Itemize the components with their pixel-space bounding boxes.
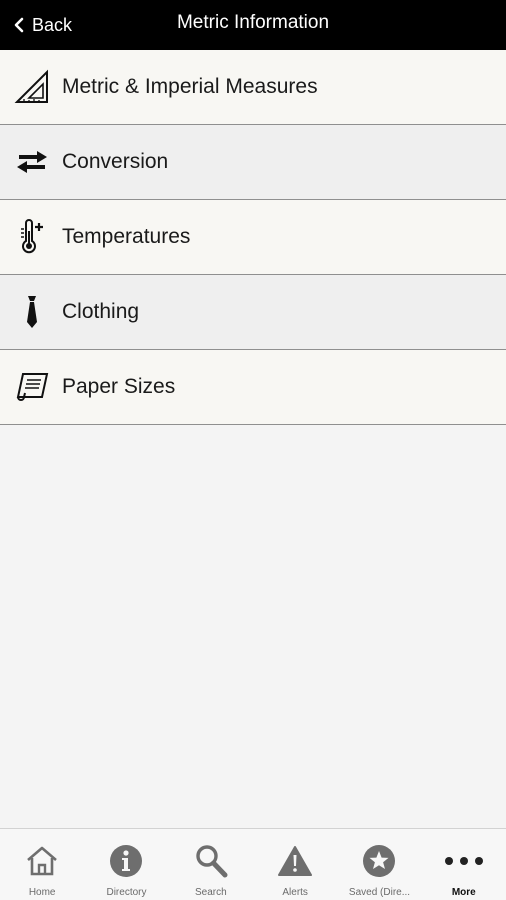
info-icon: [109, 843, 143, 879]
page-title: Metric Information: [176, 12, 330, 33]
necktie-icon: [0, 275, 62, 350]
list-item-label: Temperatures: [62, 225, 191, 248]
tab-label: Directory: [106, 887, 147, 898]
tab-alerts[interactable]: Alerts: [253, 829, 337, 900]
list-item-paper-sizes[interactable]: Paper Sizes: [0, 350, 506, 425]
tab-label: Home: [28, 887, 56, 898]
list-item-metric-imperial[interactable]: Metric & Imperial Measures: [0, 50, 506, 125]
list-item-label: Clothing: [62, 300, 140, 323]
list-item-label: Metric & Imperial Measures: [62, 75, 318, 98]
list-item-label: Paper Sizes: [62, 375, 176, 398]
house-icon: [25, 843, 59, 879]
list-item-label: Conversion: [62, 150, 169, 173]
tab-bar: Home Directory Search Alerts Saved (Dire…: [0, 828, 506, 900]
menu-list: Metric & Imperial Measures Conversion Te…: [0, 50, 506, 425]
warning-icon: [278, 843, 313, 879]
tab-saved[interactable]: Saved (Dire...: [337, 829, 421, 900]
tab-label: Saved (Dire...: [348, 887, 411, 898]
tab-search[interactable]: Search: [169, 829, 253, 900]
swap-arrows-icon: [0, 125, 62, 200]
more-dots-icon: [444, 843, 484, 879]
tab-more[interactable]: More: [422, 829, 506, 900]
thermometer-icon: [0, 200, 62, 275]
paper-scroll-icon: [0, 350, 62, 425]
tab-directory[interactable]: Directory: [84, 829, 168, 900]
tab-label: More: [451, 887, 476, 898]
list-item-temperatures[interactable]: Temperatures: [0, 200, 506, 275]
tab-label: Search: [194, 887, 227, 898]
tab-home[interactable]: Home: [0, 829, 84, 900]
magnifier-icon: [194, 843, 228, 879]
navigation-bar: Back Metric Information: [0, 0, 506, 50]
list-item-clothing[interactable]: Clothing: [0, 275, 506, 350]
list-item-conversion[interactable]: Conversion: [0, 125, 506, 200]
tab-label: Alerts: [282, 887, 308, 898]
set-square-ruler-icon: [0, 50, 62, 125]
star-icon: [362, 843, 396, 879]
